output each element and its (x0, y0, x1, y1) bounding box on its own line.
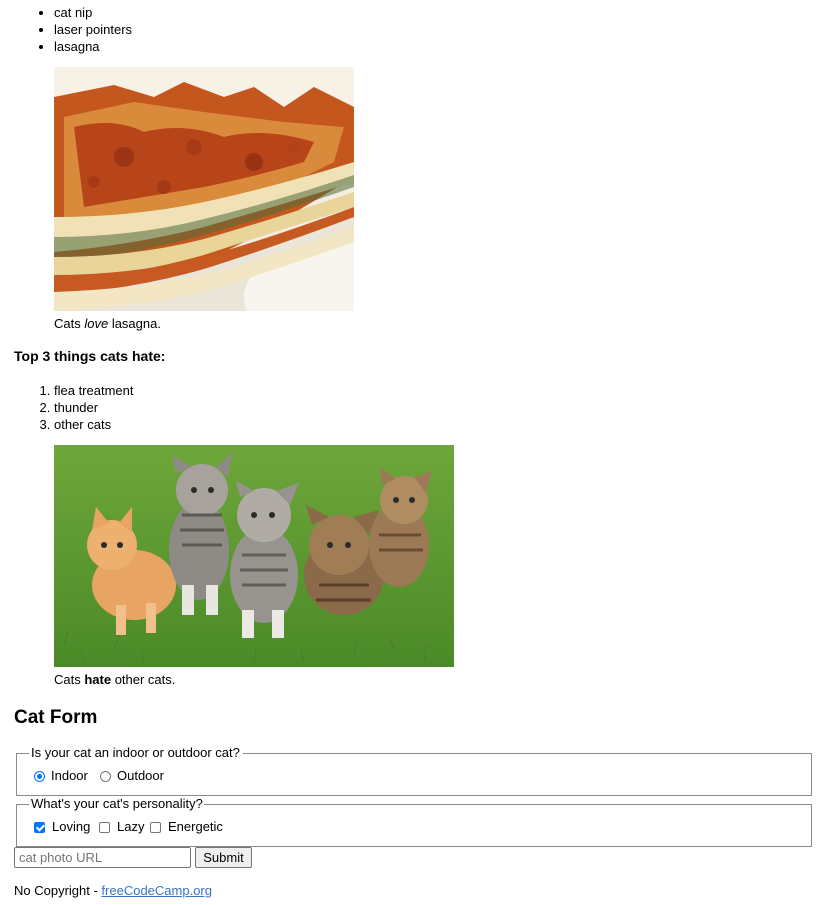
lasagna-caption: Cats love lasagna. (54, 315, 161, 332)
outdoor-radio-option[interactable]: Outdoor (100, 768, 164, 784)
outdoor-radio[interactable] (100, 770, 111, 782)
caption-emphasis: love (84, 316, 109, 331)
lasagna-image (54, 67, 354, 311)
cat-likes-list: cat nip laser pointers lasagna (54, 4, 132, 55)
fieldset-border (17, 753, 29, 754)
loving-label: Loving (52, 819, 91, 834)
cat-photo-url-input[interactable] (14, 847, 191, 868)
caption-text: lasagna. (108, 316, 161, 331)
energetic-checkbox[interactable] (150, 821, 161, 833)
outdoor-label: Outdoor (117, 768, 164, 783)
cat-hates-list: flea treatment thunder other cats (54, 382, 134, 433)
caption-strong: hate (84, 672, 112, 687)
fieldset-border (17, 804, 29, 805)
personality-fieldset: What's your cat's personality? Loving La… (16, 796, 812, 847)
list-item: thunder (54, 399, 134, 416)
list-item: other cats (54, 416, 134, 433)
cats-caption: Cats hate other cats. (54, 671, 175, 688)
list-item: flea treatment (54, 382, 134, 399)
indoor-radio-option[interactable]: Indoor (34, 768, 88, 784)
lazy-checkbox[interactable] (99, 821, 110, 833)
fieldset-border (204, 804, 811, 805)
freecodecamp-link[interactable]: freeCodeCamp.org (101, 883, 212, 898)
fieldset-border (243, 753, 811, 754)
caption-text: Cats (54, 672, 85, 687)
energetic-checkbox-option[interactable]: Energetic (150, 819, 223, 835)
form-title: Cat Form (14, 707, 98, 728)
cats-image (54, 445, 454, 667)
loving-checkbox-option[interactable]: Loving (34, 819, 90, 835)
energetic-label: Energetic (168, 819, 223, 834)
indoor-label: Indoor (51, 768, 88, 783)
lazy-checkbox-option[interactable]: Lazy (99, 819, 144, 835)
list-item: cat nip (54, 4, 132, 21)
list-item: lasagna (54, 38, 132, 55)
lazy-label: Lazy (117, 819, 145, 834)
location-legend: Is your cat an indoor or outdoor cat? (30, 745, 241, 761)
submit-button[interactable]: Submit (195, 847, 252, 868)
caption-text: Cats (54, 316, 85, 331)
lasagna-illustration (54, 67, 354, 311)
list-item: laser pointers (54, 21, 132, 38)
personality-legend: What's your cat's personality? (30, 796, 204, 812)
indoor-radio[interactable] (34, 770, 45, 782)
caption-text: other cats. (111, 672, 176, 687)
loving-checkbox[interactable] (34, 821, 45, 833)
footer-text: No Copyright - (14, 883, 102, 898)
footer: No Copyright - freeCodeCamp.org (14, 882, 212, 899)
location-fieldset: Is your cat an indoor or outdoor cat? In… (16, 745, 812, 796)
hates-heading: Top 3 things cats hate: (14, 348, 166, 364)
kittens-illustration (54, 445, 454, 667)
